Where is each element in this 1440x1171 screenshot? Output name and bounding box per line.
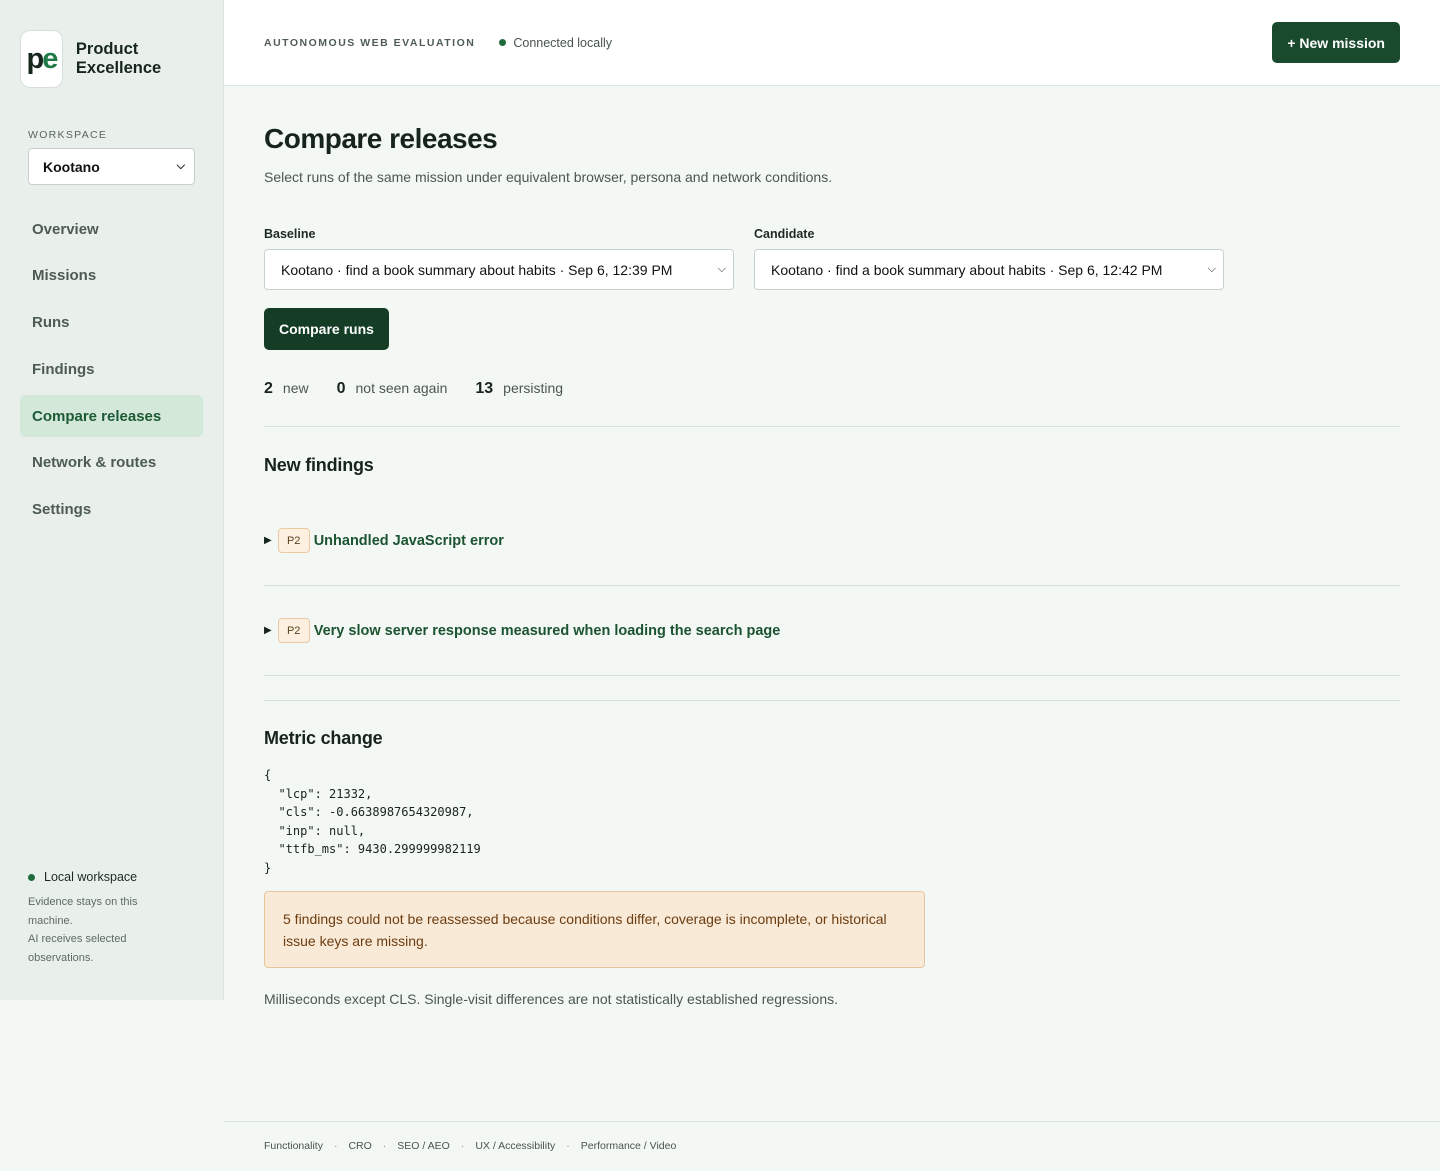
count-persisting: 13 persisting <box>475 380 564 397</box>
brand-name: Product Excellence <box>75 40 162 77</box>
app-eyebrow: AUTONOMOUS WEB EVALUATION <box>264 36 476 49</box>
brand[interactable]: pe Product Excellence <box>20 30 203 88</box>
sidebar-item-missions[interactable]: Missions <box>20 255 203 297</box>
status-dot-icon <box>499 39 507 46</box>
sidebar-item-overview[interactable]: Overview <box>20 208 203 250</box>
expand-triangle-icon: ▶ <box>264 625 272 636</box>
metric-change-section: Metric change { "lcp": 21332, "cls": -0.… <box>264 728 1400 1007</box>
sidebar-footer: Local workspace Evidence stays on this m… <box>28 870 168 967</box>
footer-link-functionality[interactable]: Functionality <box>264 1140 323 1171</box>
sidebar-item-network-routes[interactable]: Network & routes <box>20 442 203 484</box>
run-selectors: Baseline Kootano · find a book summary a… <box>264 227 1400 290</box>
connection-status: Connected locally <box>499 36 612 50</box>
new-mission-button[interactable]: + New mission <box>1272 22 1400 63</box>
divider <box>264 426 1400 427</box>
chevron-down-icon: ⌵ <box>1207 263 1216 275</box>
expand-triangle-icon: ▶ <box>264 535 272 546</box>
candidate-label: Candidate <box>754 227 815 241</box>
sidebar-item-runs[interactable]: Runs <box>20 302 203 344</box>
sidebar-item-findings[interactable]: Findings <box>20 348 203 390</box>
priority-badge: P2 <box>277 528 310 553</box>
comparison-summary: 2 new 0 not seen again 13 persisting <box>264 380 1400 398</box>
workspace-select[interactable]: Kootano ⌵ <box>28 148 195 185</box>
sidebar: pe Product Excellence WORKSPACE Kootano … <box>0 0 224 1000</box>
metric-change-json: { "lcp": 21332, "cls": -0.66389876543209… <box>264 768 481 875</box>
sidebar-nav: Overview Missions Runs Findings Compare … <box>20 208 203 531</box>
footer-link-performance-video[interactable]: Performance / Video <box>581 1140 677 1171</box>
local-workspace-label: Local workspace <box>44 870 138 884</box>
finding-item[interactable]: ▶ P2 Very slow server response measured … <box>264 586 1400 676</box>
count-new: 2 new <box>264 380 309 397</box>
page-title: Compare releases <box>264 123 498 154</box>
footer-link-ux-accessibility[interactable]: UX / Accessibility <box>475 1140 555 1171</box>
footer-link-seo-aeo[interactable]: SEO / AEO <box>397 1140 450 1171</box>
divider <box>264 700 1400 701</box>
status-dot-icon <box>28 873 35 881</box>
baseline-value: Kootano · find a book summary about habi… <box>281 261 673 278</box>
workspace-selected: Kootano <box>43 158 100 175</box>
page-subtitle: Select runs of the same mission under eq… <box>264 169 833 185</box>
logo: pe <box>20 30 63 88</box>
priority-badge: P2 <box>277 618 310 643</box>
privacy-note-2: AI receives selected observations. <box>28 933 127 964</box>
finding-title: Unhandled JavaScript error <box>313 532 504 549</box>
main-content: Compare releases Select runs of the same… <box>264 86 1400 1007</box>
top-bar: AUTONOMOUS WEB EVALUATION Connected loca… <box>224 0 1440 86</box>
metric-change-heading: Metric change <box>264 728 383 748</box>
footer-link-cro[interactable]: CRO <box>348 1140 371 1171</box>
privacy-note-1: Evidence stays on this machine. <box>28 896 138 927</box>
new-findings-section: New findings ▶ P2 Unhandled JavaScript e… <box>264 455 1400 676</box>
compare-runs-button[interactable]: Compare runs <box>264 308 389 350</box>
new-findings-heading: New findings <box>264 455 374 475</box>
connection-status-label: Connected locally <box>513 35 613 50</box>
reassessment-warning: 5 findings could not be reassessed becau… <box>264 890 925 968</box>
baseline-select[interactable]: Kootano · find a book summary about habi… <box>264 249 734 290</box>
workspace-label: WORKSPACE <box>28 129 108 141</box>
chevron-down-icon: ⌵ <box>176 160 185 172</box>
sidebar-item-settings[interactable]: Settings <box>20 489 203 531</box>
metric-note: Milliseconds except CLS. Single-visit di… <box>264 990 839 1007</box>
footer: Functionality · CRO · SEO / AEO · UX / A… <box>224 1121 1440 1171</box>
finding-title: Very slow server response measured when … <box>313 622 781 639</box>
chevron-down-icon: ⌵ <box>717 263 726 275</box>
candidate-select[interactable]: Kootano · find a book summary about habi… <box>754 249 1224 290</box>
baseline-label: Baseline <box>264 227 316 241</box>
sidebar-item-compare-releases[interactable]: Compare releases <box>20 395 203 438</box>
finding-item[interactable]: ▶ P2 Unhandled JavaScript error <box>264 496 1400 586</box>
candidate-value: Kootano · find a book summary about habi… <box>771 261 1163 278</box>
count-not-seen-again: 0 not seen again <box>336 380 448 397</box>
